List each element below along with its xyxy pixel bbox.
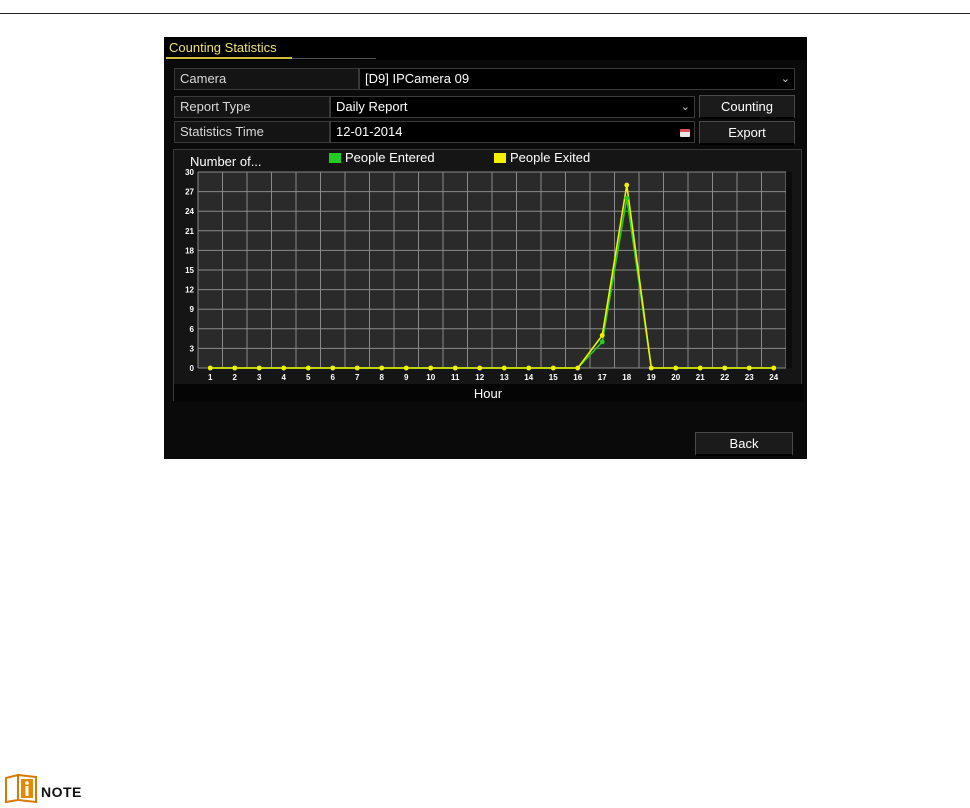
data-point-people-exited bbox=[648, 365, 654, 371]
info-icon bbox=[5, 773, 37, 803]
data-point-people-exited bbox=[722, 365, 728, 371]
x-tick-label: 7 bbox=[355, 373, 360, 382]
data-point-people-exited bbox=[232, 365, 238, 371]
x-tick-label: 11 bbox=[451, 373, 460, 382]
y-tick-label: 18 bbox=[185, 246, 194, 255]
x-tick-label: 5 bbox=[306, 373, 311, 382]
x-tick-label: 14 bbox=[524, 373, 533, 382]
data-point-people-exited bbox=[305, 365, 311, 371]
x-tick-label: 20 bbox=[671, 373, 680, 382]
calendar-icon[interactable] bbox=[680, 129, 690, 137]
report-type-select[interactable]: Daily Report ⌄ bbox=[330, 96, 695, 118]
tab-bar: Counting Statistics bbox=[164, 37, 807, 60]
data-point-people-exited bbox=[697, 365, 703, 371]
x-tick-label: 4 bbox=[282, 373, 287, 382]
legend-swatch bbox=[329, 153, 341, 163]
data-point-people-exited bbox=[256, 365, 262, 371]
x-tick-label: 15 bbox=[549, 373, 558, 382]
x-tick-label: 12 bbox=[475, 373, 484, 382]
statistics-time-field[interactable]: 12-01-2014 bbox=[330, 121, 695, 143]
data-point-people-exited bbox=[477, 365, 483, 371]
x-tick-label: 8 bbox=[380, 373, 385, 382]
camera-label-text: Camera bbox=[180, 71, 227, 86]
plot-right-edge bbox=[786, 172, 792, 368]
y-tick-label: 3 bbox=[190, 344, 195, 353]
legend-label: People Exited bbox=[510, 150, 590, 165]
back-button[interactable]: Back bbox=[695, 432, 793, 456]
x-tick-label: 18 bbox=[622, 373, 631, 382]
x-tick-label: 13 bbox=[500, 373, 509, 382]
x-tick-label: 2 bbox=[233, 373, 238, 382]
x-tick-label: 22 bbox=[720, 373, 729, 382]
x-tick-label: 16 bbox=[573, 373, 582, 382]
page-top-rule bbox=[0, 13, 970, 14]
legend-swatch bbox=[494, 153, 506, 163]
tab-counting-statistics[interactable]: Counting Statistics bbox=[167, 40, 279, 56]
data-point-people-exited bbox=[673, 365, 679, 371]
data-point-people-entered bbox=[624, 195, 630, 201]
data-point-people-exited bbox=[599, 332, 605, 338]
y-tick-label: 0 bbox=[190, 364, 195, 373]
data-point-people-exited bbox=[428, 365, 434, 371]
data-point-people-exited bbox=[624, 182, 630, 188]
report-type-select-value: Daily Report bbox=[336, 99, 408, 114]
counting-button[interactable]: Counting bbox=[699, 95, 795, 119]
y-tick-label: 12 bbox=[185, 286, 194, 295]
data-point-people-entered bbox=[599, 339, 605, 345]
x-tick-label: 23 bbox=[745, 373, 754, 382]
data-point-people-exited bbox=[575, 365, 581, 371]
camera-label: Camera bbox=[174, 68, 359, 90]
data-point-people-exited bbox=[330, 365, 336, 371]
x-axis-title: Hour bbox=[474, 386, 503, 401]
data-point-people-exited bbox=[207, 365, 213, 371]
y-tick-label: 9 bbox=[190, 305, 195, 314]
statistics-time-label-text: Statistics Time bbox=[180, 124, 264, 139]
x-tick-label: 17 bbox=[598, 373, 607, 382]
y-tick-label: 30 bbox=[185, 168, 194, 177]
data-point-people-exited bbox=[403, 365, 409, 371]
y-tick-label: 21 bbox=[185, 227, 194, 236]
line-chart: 0369121518212427301 2 3 4 5 6 7 8 9 10 11 12 13 14 15 1… bbox=[174, 150, 803, 402]
data-point-people-exited bbox=[281, 365, 287, 371]
x-tick-label: 1 bbox=[208, 373, 213, 382]
x-tick-label: 6 bbox=[331, 373, 336, 382]
x-tick-label: 10 bbox=[426, 373, 435, 382]
chevron-down-icon: ⌄ bbox=[780, 73, 790, 85]
x-tick-label: 24 bbox=[769, 373, 778, 382]
counting-statistics-window: Counting Statistics Camera [D9] IPCamera… bbox=[164, 37, 807, 459]
chevron-down-icon: ⌄ bbox=[680, 101, 690, 113]
y-tick-label: 24 bbox=[185, 207, 194, 216]
data-point-people-exited bbox=[501, 365, 507, 371]
statistics-time-label: Statistics Time bbox=[174, 121, 330, 143]
data-point-people-exited bbox=[526, 365, 532, 371]
y-tick-label: 15 bbox=[185, 266, 194, 275]
active-tab-indicator bbox=[166, 57, 292, 59]
x-tick-label: 21 bbox=[696, 373, 705, 382]
data-point-people-exited bbox=[379, 365, 385, 371]
data-point-people-exited bbox=[550, 365, 556, 371]
y-tick-label: 6 bbox=[190, 325, 195, 334]
chart-panel: 0 3 6 9 12 15 18 21 24 27 30 1 2 3 4 5 6 7 8 9 10 11 12 13 14 15 1… bbox=[173, 149, 803, 402]
x-tick-label: 3 bbox=[257, 373, 262, 382]
data-point-people-exited bbox=[746, 365, 752, 371]
data-point-people-exited bbox=[354, 365, 360, 371]
data-point-people-exited bbox=[771, 365, 777, 371]
y-tick-label: 27 bbox=[185, 188, 194, 197]
report-type-label-text: Report Type bbox=[180, 99, 251, 114]
statistics-time-value: 12-01-2014 bbox=[336, 124, 403, 139]
camera-select[interactable]: [D9] IPCamera 09 ⌄ bbox=[359, 68, 795, 90]
data-point-people-exited bbox=[452, 365, 458, 371]
note-label: NOTE bbox=[41, 784, 82, 800]
legend-label: People Entered bbox=[345, 150, 435, 165]
tab-divider bbox=[292, 58, 376, 59]
export-button[interactable]: Export bbox=[699, 121, 795, 145]
x-tick-label: 9 bbox=[404, 373, 409, 382]
x-tick-label: 19 bbox=[647, 373, 656, 382]
y-axis-title: Number of... bbox=[190, 154, 262, 169]
camera-select-value: [D9] IPCamera 09 bbox=[365, 71, 470, 86]
report-type-label: Report Type bbox=[174, 96, 330, 118]
